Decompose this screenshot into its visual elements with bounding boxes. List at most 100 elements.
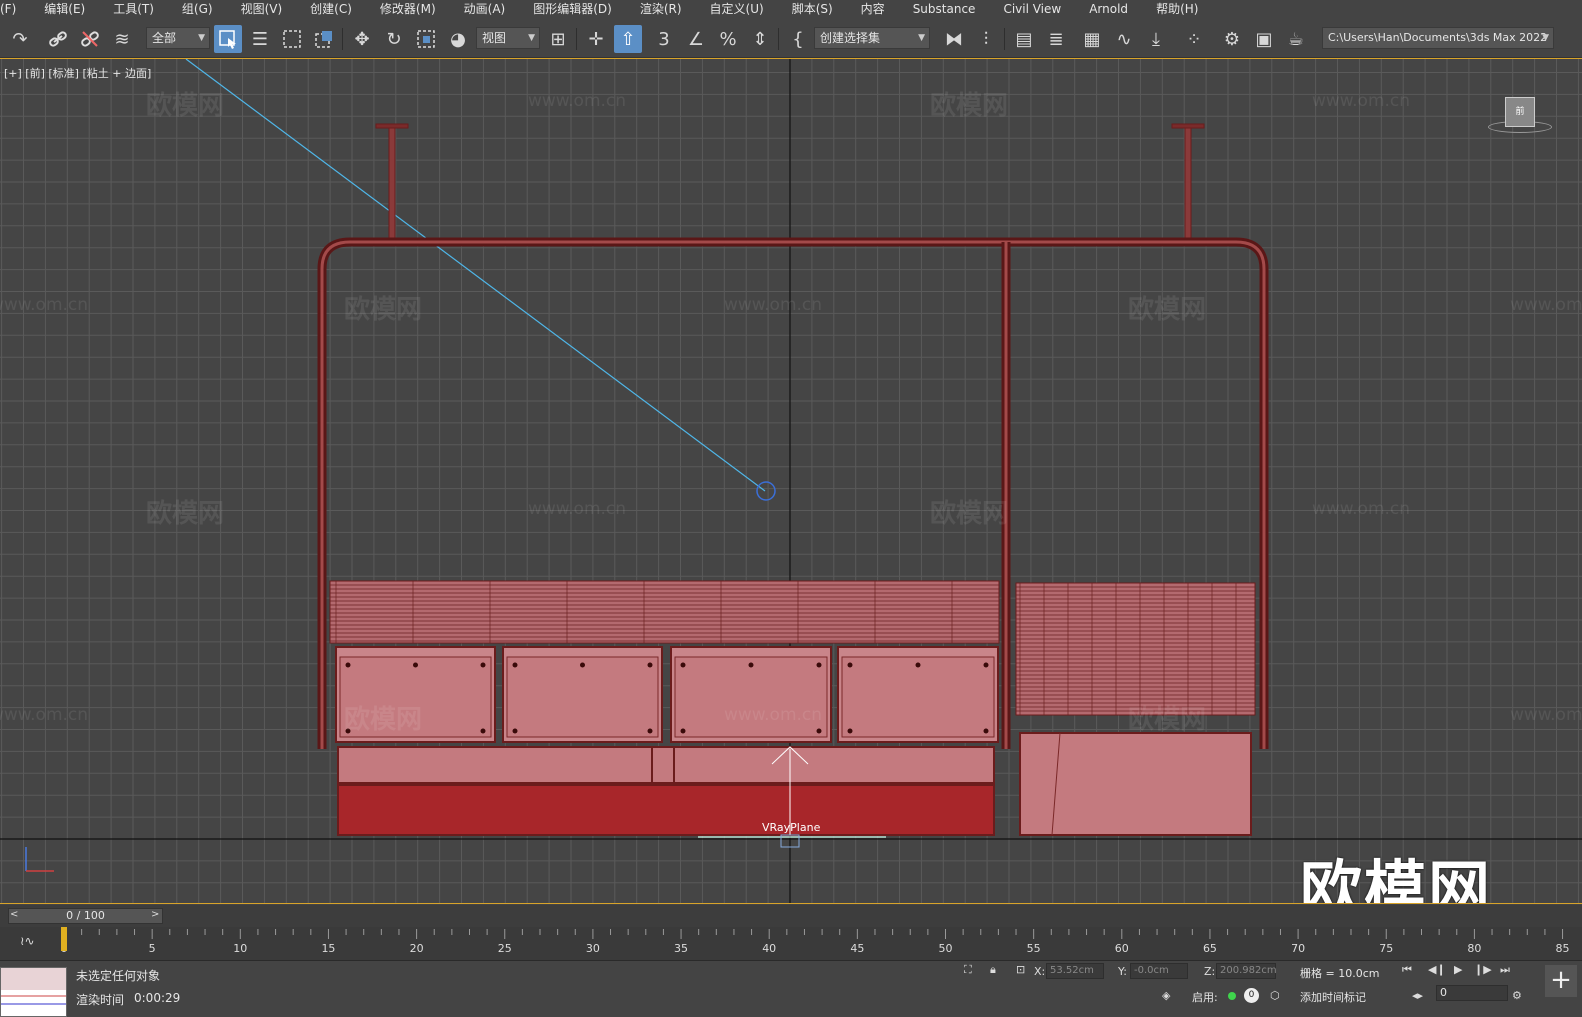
- menu-item-10[interactable]: 自定义(U): [696, 0, 778, 20]
- x-coord-field[interactable]: 53.52cm: [1046, 963, 1104, 979]
- viewport-scene: [0, 59, 1582, 903]
- material-editor-icon[interactable]: ⁘: [1180, 25, 1208, 53]
- menu-item-14[interactable]: Civil View: [989, 0, 1075, 20]
- button-tuft: [413, 662, 418, 668]
- create-plus-icon[interactable]: +: [1545, 965, 1577, 997]
- tick-label: 55: [1027, 942, 1041, 955]
- scene-explorer-icon[interactable]: ▤: [1010, 25, 1038, 53]
- menu-item-15[interactable]: Arnold: [1075, 0, 1142, 20]
- front-viewport[interactable]: [+] [前] [标准] [粘土 + 边面] 欧模网 www.om.cn 欧模网…: [0, 58, 1582, 904]
- rendered-frame-icon[interactable]: ▣: [1250, 25, 1278, 53]
- scale-icon[interactable]: [412, 25, 440, 53]
- select-object-icon[interactable]: [214, 25, 242, 53]
- menu-item-12[interactable]: 内容: [847, 0, 899, 20]
- isolate-icon[interactable]: ⛶: [964, 963, 972, 977]
- tick-label: 15: [321, 942, 335, 955]
- project-path-dropdown[interactable]: C:\Users\Han\Documents\3ds Max 2022 ▼: [1322, 27, 1554, 49]
- enable-count: 0: [1244, 988, 1259, 1003]
- unlink-icon[interactable]: [76, 25, 104, 53]
- menu-item-1[interactable]: 编辑(E): [30, 0, 99, 20]
- window-crossing-icon[interactable]: [310, 25, 338, 53]
- snap-3d-icon[interactable]: 3: [650, 25, 678, 53]
- button-tuft: [748, 662, 754, 668]
- sofa-base-lower: [337, 784, 995, 836]
- time-tag-icon[interactable]: ⬡: [1270, 989, 1280, 1002]
- schematic-view-icon[interactable]: ⤓: [1142, 25, 1170, 53]
- tick-label: 80: [1467, 942, 1481, 955]
- y-coord-field[interactable]: -0.0cm: [1130, 963, 1188, 979]
- link-icon[interactable]: [44, 25, 72, 53]
- reference-coord-dropdown[interactable]: 视图 ▼: [476, 27, 540, 49]
- menu-item-3[interactable]: 组(G): [168, 0, 227, 20]
- button-tuft: [847, 662, 853, 668]
- layer-explorer-icon[interactable]: ≣: [1042, 25, 1070, 53]
- bind-spacewarp-icon[interactable]: ≋: [108, 25, 136, 53]
- percent-snap-icon[interactable]: %: [714, 25, 742, 53]
- current-frame-marker: [61, 927, 67, 951]
- hanging-rod: [1184, 127, 1192, 245]
- keyboard-shortcut-toggle-icon[interactable]: ⇧: [614, 25, 642, 53]
- menu-item-4[interactable]: 视图(V): [227, 0, 297, 20]
- time-slider-next[interactable]: >: [151, 909, 159, 920]
- add-time-tag[interactable]: 添加时间标记: [1300, 989, 1366, 1005]
- selection-filter-dropdown[interactable]: 全部 ▼: [146, 27, 210, 49]
- menu-item-13[interactable]: Substance: [899, 0, 990, 20]
- menu-item-0[interactable]: (F): [0, 0, 30, 20]
- lock-icon[interactable]: 🔒︎: [990, 963, 996, 977]
- menu-item-8[interactable]: 图形编辑器(D): [519, 0, 626, 20]
- time-slider-handle[interactable]: 0 / 100: [8, 908, 163, 924]
- x-label: X:: [1034, 965, 1046, 978]
- redo-icon[interactable]: ↷: [6, 25, 34, 53]
- z-coord-field[interactable]: 200.982cm: [1216, 963, 1277, 979]
- isolate-toggle-icon[interactable]: ◈: [1162, 989, 1170, 1002]
- rotate-icon[interactable]: ↻: [380, 25, 408, 53]
- prev-frame-icon[interactable]: ◀❙: [1428, 963, 1446, 976]
- move-icon[interactable]: ✥: [348, 25, 376, 53]
- pivot-center-icon[interactable]: ⊞: [544, 25, 572, 53]
- menu-item-9[interactable]: 渲染(R): [626, 0, 696, 20]
- menu-item-7[interactable]: 动画(A): [450, 0, 520, 20]
- menu-item-16[interactable]: 帮助(H): [1142, 0, 1212, 20]
- button-tuft: [580, 662, 585, 668]
- go-to-start-icon[interactable]: ⏮: [1402, 963, 1412, 977]
- absolute-mode-icon[interactable]: ⊡: [1016, 963, 1025, 976]
- maxscript-mini-listener[interactable]: [0, 967, 67, 1017]
- selection-filter-value: 全部: [152, 31, 177, 45]
- viewcube[interactable]: 前: [1505, 97, 1535, 127]
- select-by-name-icon[interactable]: ☰: [246, 25, 274, 53]
- watermark: 欧模网: [146, 499, 225, 529]
- watermark: 欧模网: [146, 91, 225, 121]
- render-setup-icon[interactable]: ⚙: [1218, 25, 1246, 53]
- menu-item-11[interactable]: 脚本(S): [778, 0, 847, 20]
- track-bar[interactable]: 0510152025303540455055606570758085≀∿: [0, 927, 1582, 961]
- time-config-icon[interactable]: ⚙: [1512, 989, 1522, 1002]
- time-slider-prev[interactable]: <: [10, 909, 18, 920]
- select-manipulate-icon[interactable]: ✛: [582, 25, 610, 53]
- spinner-snap-icon[interactable]: ⇕: [746, 25, 774, 53]
- rect-selection-icon[interactable]: [278, 25, 306, 53]
- go-to-end-icon[interactable]: ⏭: [1500, 963, 1510, 977]
- current-frame-field[interactable]: 0: [1436, 985, 1508, 1001]
- edit-named-selection-icon[interactable]: {: [784, 25, 812, 53]
- mirror-icon[interactable]: ⧓: [940, 25, 968, 53]
- status-bar: 未选定任何对象 渲染时间 0:00:29 ⛶ 🔒︎ ⊡ X: 53.52cm Y…: [0, 961, 1582, 1017]
- menu-item-2[interactable]: 工具(T): [99, 0, 168, 20]
- button-tuft: [647, 728, 653, 734]
- named-selection-dropdown[interactable]: 创建选择集 ▼: [814, 27, 930, 49]
- render-teapot-icon[interactable]: ☕: [1282, 25, 1310, 53]
- menu-item-5[interactable]: 创建(C): [296, 0, 366, 20]
- menu-item-6[interactable]: 修改器(M): [366, 0, 450, 20]
- named-selection-value: 创建选择集: [820, 31, 881, 45]
- next-frame-icon[interactable]: ❙▶: [1474, 963, 1492, 976]
- ribbon-toggle-icon[interactable]: ▦: [1078, 25, 1106, 53]
- place-icon[interactable]: ◕: [444, 25, 472, 53]
- enable-dot[interactable]: [1228, 992, 1236, 1000]
- play-icon[interactable]: ▶: [1454, 963, 1462, 976]
- key-mode-icon[interactable]: ◂▸: [1412, 989, 1423, 1002]
- viewport-label[interactable]: [+] [前] [标准] [粘土 + 边面]: [4, 65, 151, 81]
- watermark-url: www.om.cn: [0, 295, 89, 315]
- align-icon[interactable]: ⫶: [972, 25, 1000, 53]
- watermark-url: www.om.cn: [1312, 499, 1411, 519]
- curve-editor-icon[interactable]: ∿: [1110, 25, 1138, 53]
- angle-snap-icon[interactable]: ∠: [682, 25, 710, 53]
